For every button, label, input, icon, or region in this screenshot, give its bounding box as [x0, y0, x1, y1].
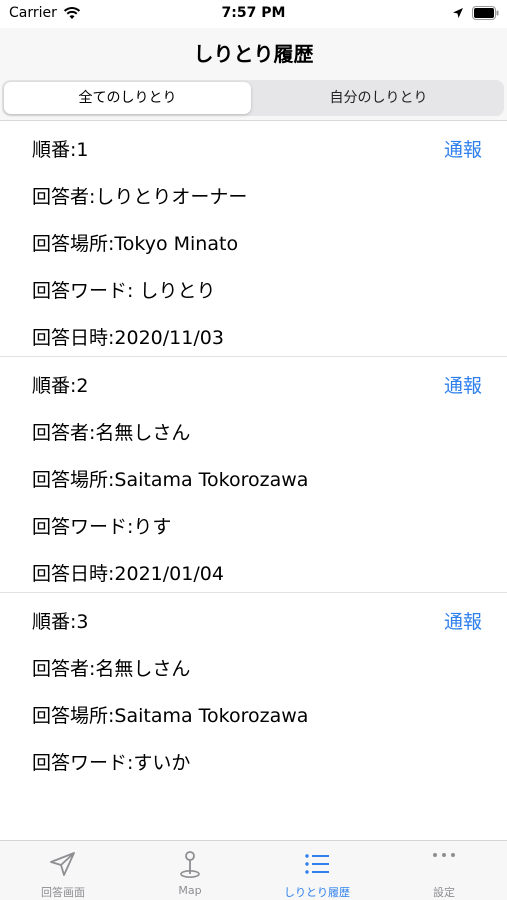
entry-date: 回答日時:2021/01/04 — [32, 563, 224, 585]
clock: 7:57 PM — [221, 5, 286, 21]
entry-place: 回答場所:Tokyo Minato — [32, 233, 239, 255]
entry-responder: 回答者:しりとりオーナー — [32, 186, 248, 208]
entry-place-row: 回答場所:Tokyo Minato — [0, 215, 507, 262]
segmented-control: 全てのしりとり 自分のしりとり — [2, 80, 504, 116]
screen: Carrier 7:57 PM しりとり履歴 全てのしりとり 自分のしりとり 順 — [0, 0, 507, 900]
entry-responder: 回答者:名無しさん — [32, 658, 191, 680]
entry-number-row: 順番:1 通報 — [0, 121, 507, 168]
entry-responder: 回答者:名無しさん — [32, 422, 191, 444]
tab-bar: 回答画面 Map しりとり履歴 設定 — [0, 840, 507, 900]
segment-my-shiritori[interactable]: 自分のしりとり — [255, 82, 502, 114]
entry-word-row: 回答ワード: しりとり — [0, 262, 507, 309]
list-icon — [305, 854, 329, 874]
entry-place-row: 回答場所:Saitama Tokorozawa — [0, 451, 507, 498]
navigation-bar: しりとり履歴 — [0, 28, 507, 76]
entry-word: 回答ワード:すいか — [32, 752, 191, 774]
entry-responder-row: 回答者:名無しさん — [0, 404, 507, 451]
history-entry: 順番:3 通報 回答者:名無しさん 回答場所:Saitama Tokorozaw… — [0, 593, 507, 781]
tab-label: Map — [178, 884, 202, 897]
tab-settings[interactable]: 設定 — [381, 841, 507, 900]
more-icon — [433, 853, 455, 857]
entry-place: 回答場所:Saitama Tokorozawa — [32, 469, 309, 491]
history-list: 順番:1 通報 回答者:しりとりオーナー 回答場所:Tokyo Minato 回… — [0, 121, 507, 781]
entry-number: 順番:3 — [32, 611, 89, 633]
report-button[interactable]: 通報 — [444, 135, 482, 162]
entry-date-row: 回答日時:2021/01/04 — [0, 545, 507, 592]
history-entry: 順番:2 通報 回答者:名無しさん 回答場所:Saitama Tokorozaw… — [0, 357, 507, 593]
entry-word: 回答ワード: しりとり — [32, 280, 216, 302]
map-pin-icon — [180, 851, 200, 878]
send-icon — [50, 852, 75, 876]
tab-map[interactable]: Map — [127, 841, 253, 900]
tab-label: 設定 — [433, 886, 455, 899]
report-button[interactable]: 通報 — [444, 607, 482, 634]
location-arrow-icon — [453, 8, 463, 18]
entry-number-row: 順番:2 通報 — [0, 357, 507, 404]
tab-shiritori-history[interactable]: しりとり履歴 — [254, 841, 380, 900]
entry-place-row: 回答場所:Saitama Tokorozawa — [0, 687, 507, 734]
report-button[interactable]: 通報 — [444, 371, 482, 398]
entry-date-row: 回答日時:2020/11/03 — [0, 309, 507, 356]
entry-word: 回答ワード:りす — [32, 516, 172, 538]
segment-all-shiritori[interactable]: 全てのしりとり — [4, 82, 251, 114]
entry-number: 順番:1 — [32, 139, 89, 161]
battery-icon — [472, 6, 499, 20]
tab-label: 回答画面 — [41, 886, 85, 899]
history-entry: 順番:1 通報 回答者:しりとりオーナー 回答場所:Tokyo Minato 回… — [0, 121, 507, 357]
status-bar: Carrier 7:57 PM — [0, 0, 507, 28]
entry-number-row: 順番:3 通報 — [0, 593, 507, 640]
entry-responder-row: 回答者:しりとりオーナー — [0, 168, 507, 215]
entry-responder-row: 回答者:名無しさん — [0, 640, 507, 687]
entry-word-row: 回答ワード:すいか — [0, 734, 507, 781]
tab-answer-screen[interactable]: 回答画面 — [0, 841, 126, 900]
entry-word-row: 回答ワード:りす — [0, 498, 507, 545]
entry-place: 回答場所:Saitama Tokorozawa — [32, 705, 309, 727]
tab-label: しりとり履歴 — [284, 886, 350, 899]
entry-number: 順番:2 — [32, 375, 89, 397]
entry-date: 回答日時:2020/11/03 — [32, 327, 224, 349]
segment-container: 全てのしりとり 自分のしりとり — [0, 76, 507, 121]
page-title: しりとり履歴 — [193, 42, 314, 66]
